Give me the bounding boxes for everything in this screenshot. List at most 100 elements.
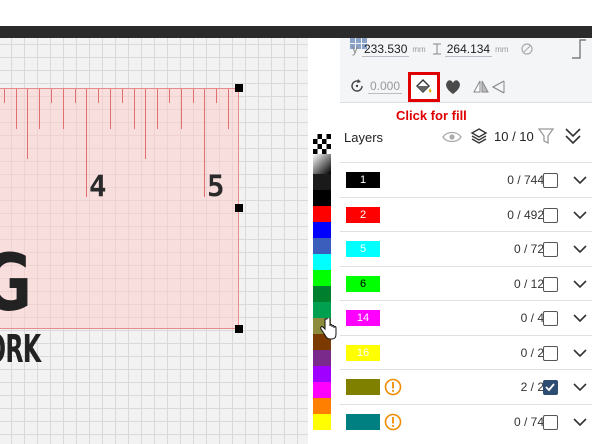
layer-row[interactable]: 16 0 / 2 xyxy=(340,334,592,370)
palette-swatch[interactable] xyxy=(313,350,331,366)
heart-shape-icon[interactable] xyxy=(444,78,462,96)
ruler-number-5: 5 xyxy=(207,169,225,203)
layer-checkbox[interactable] xyxy=(543,276,558,292)
layer-row[interactable]: 0 / 74 xyxy=(340,403,592,439)
ruler-tick xyxy=(204,89,206,197)
chevron-down-icon[interactable] xyxy=(572,276,588,292)
chevron-down-icon[interactable] xyxy=(572,379,588,395)
selected-ruler-object[interactable]: 4 5 G ORK xyxy=(0,88,239,371)
layer-checkbox[interactable] xyxy=(543,311,558,326)
checkmark-icon xyxy=(545,383,555,392)
filter-icon[interactable] xyxy=(538,127,554,145)
ruler-tick xyxy=(145,89,147,159)
ruler-tick xyxy=(228,89,229,129)
ruler-tick xyxy=(62,89,64,129)
ruler-tick xyxy=(133,89,135,129)
layer-object-count: 0 / 2 xyxy=(520,345,544,360)
ruler-tick xyxy=(216,89,218,103)
rotation-input[interactable]: 0.000 xyxy=(368,79,403,94)
layer-row[interactable]: 5 0 / 72 xyxy=(340,231,592,266)
palette-swatch[interactable] xyxy=(313,286,331,302)
layers-count: 10 / 10 xyxy=(494,129,534,144)
layers-stack-icon[interactable] xyxy=(470,127,488,145)
selection-handle-bottom-right[interactable] xyxy=(235,325,243,333)
design-canvas[interactable]: 4 5 G ORK xyxy=(0,38,308,444)
layer-checkbox[interactable] xyxy=(543,414,558,430)
chevron-down-icon[interactable] xyxy=(572,241,588,257)
top-strip xyxy=(0,0,592,26)
lock-ratio-icon[interactable] xyxy=(520,42,534,56)
palette-swatch[interactable] xyxy=(313,190,331,206)
layer-color-swatch[interactable]: 1 xyxy=(346,172,380,188)
layer-checkbox[interactable] xyxy=(543,242,558,257)
color-palette xyxy=(313,134,331,440)
layer-color-swatch[interactable]: 16 xyxy=(346,344,380,361)
layer-color-swatch[interactable]: 2 xyxy=(346,206,380,223)
y-label: y xyxy=(352,42,358,56)
palette-swatch[interactable] xyxy=(313,238,331,254)
mirror-vertical-icon[interactable] xyxy=(490,78,508,96)
palette-swatch[interactable] xyxy=(313,382,331,398)
layer-row[interactable]: 6 0 / 12 xyxy=(340,265,592,301)
warning-icon[interactable] xyxy=(384,378,402,396)
layer-object-count: 0 / 74 xyxy=(513,414,544,429)
palette-swatch[interactable] xyxy=(313,270,331,286)
rotate-icon[interactable] xyxy=(348,77,366,95)
ruler-tick xyxy=(121,89,123,103)
layer-row[interactable]: 2 0 / 492 xyxy=(340,196,592,232)
warning-icon[interactable] xyxy=(384,413,402,431)
layer-row[interactable]: 2 / 2 xyxy=(340,369,592,404)
engraved-text-large: G xyxy=(0,239,32,329)
layers-header: Layers 10 / 10 xyxy=(340,122,592,162)
layer-object-count: 0 / 492 xyxy=(507,207,544,222)
layer-row[interactable]: 14 0 / 4 xyxy=(340,300,592,335)
palette-swatch[interactable] xyxy=(313,398,331,414)
right-panel: y 233.530 mm 264.134 mm 0.000 Click for … xyxy=(340,38,592,444)
palette-swatch[interactable] xyxy=(313,222,331,238)
layer-color-swatch[interactable] xyxy=(346,413,380,430)
layer-checkbox[interactable] xyxy=(543,345,558,361)
layer-color-swatch[interactable]: 5 xyxy=(346,241,380,257)
layer-color-swatch[interactable]: 14 xyxy=(346,310,380,326)
mirror-horizontal-icon[interactable] xyxy=(472,78,490,96)
palette-swatch[interactable] xyxy=(313,366,331,382)
layer-object-count: 0 / 72 xyxy=(513,242,544,256)
collapse-all-icon[interactable] xyxy=(564,126,582,146)
ruler-number-4: 4 xyxy=(89,169,107,203)
height-icon xyxy=(432,43,441,55)
layer-object-count: 0 / 4 xyxy=(520,311,544,325)
palette-swatch-pattern[interactable] xyxy=(313,134,331,154)
ruler-tick xyxy=(169,89,170,103)
tool-row: 0.000 xyxy=(348,74,403,98)
chevron-down-icon[interactable] xyxy=(572,345,588,361)
palette-swatch[interactable] xyxy=(313,254,331,270)
layer-row[interactable]: 1 0 / 744 xyxy=(340,162,592,197)
selection-handle-top-right[interactable] xyxy=(235,84,243,92)
layer-checkbox[interactable] xyxy=(543,207,558,223)
app-root: 4 5 G ORK y 233.530 mm xyxy=(0,0,592,444)
height-unit: mm xyxy=(495,44,509,54)
eye-icon[interactable] xyxy=(442,130,462,144)
layer-color-swatch[interactable] xyxy=(346,379,380,395)
chevron-down-icon[interactable] xyxy=(572,310,588,326)
chevron-down-icon[interactable] xyxy=(572,414,588,430)
palette-swatch[interactable] xyxy=(313,206,331,222)
layer-object-count: 0 / 12 xyxy=(513,276,544,291)
height-input[interactable]: 264.134 xyxy=(444,42,493,57)
fill-button[interactable] xyxy=(408,72,440,102)
layer-color-swatch[interactable]: 6 xyxy=(346,275,380,292)
palette-swatch[interactable] xyxy=(313,174,331,190)
y-position-input[interactable]: 233.530 xyxy=(362,42,410,57)
click-for-fill-annotation: Click for fill xyxy=(396,108,467,123)
ruler-tick xyxy=(86,89,88,197)
layer-checkbox[interactable] xyxy=(543,173,558,188)
palette-swatch-gradient[interactable] xyxy=(313,154,331,174)
selection-handle-middle-right[interactable] xyxy=(235,204,243,212)
palette-swatch[interactable] xyxy=(313,414,331,430)
chevron-down-icon[interactable] xyxy=(572,172,588,188)
layer-checkbox[interactable] xyxy=(543,380,558,395)
chevron-down-icon[interactable] xyxy=(572,207,588,223)
coordinate-row: y 233.530 mm 264.134 mm xyxy=(352,39,534,59)
hand-cursor-icon xyxy=(320,318,337,340)
palette-swatch[interactable] xyxy=(313,302,331,318)
